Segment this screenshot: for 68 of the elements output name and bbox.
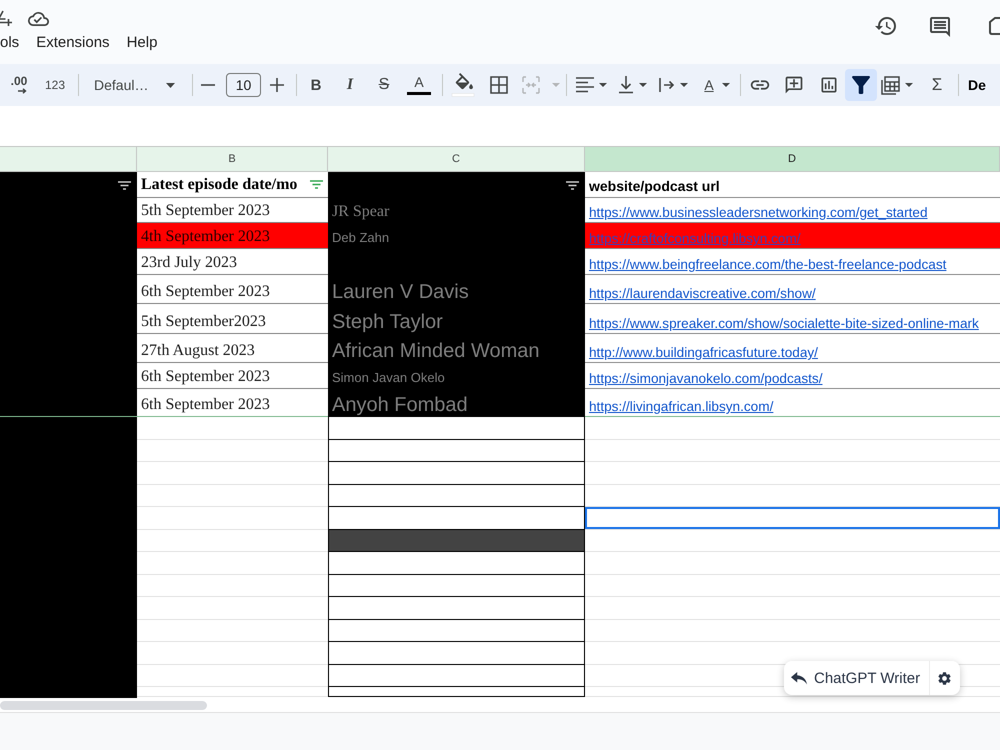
url-link[interactable]: https://livingafrican.libsyn.com/ — [589, 399, 774, 414]
column-header[interactable]: B — [137, 147, 328, 172]
table-cell: Deb Zahn — [328, 223, 585, 249]
url-link[interactable]: https://laurendaviscreative.com/show/ — [589, 286, 816, 301]
history-icon[interactable] — [874, 14, 898, 38]
menu-item[interactable]: ols — [0, 34, 20, 52]
table-cell: 4th September 2023 — [137, 223, 328, 249]
chart-icon[interactable] — [819, 75, 839, 95]
menu-item[interactable]: Help — [126, 34, 158, 52]
style-label[interactable]: De — [968, 77, 986, 93]
caret-icon — [639, 83, 647, 87]
wrap-icon — [659, 77, 675, 93]
triangle-plus-icon[interactable] — [0, 10, 12, 28]
font-size-field[interactable]: 10 — [226, 73, 261, 97]
url-link[interactable]: https://www.businessleadersnetworking.com/get_started — [589, 205, 928, 220]
menu-item[interactable]: Extensions — [36, 34, 110, 52]
minus-icon — [201, 84, 215, 86]
comment-icon[interactable] — [928, 15, 952, 39]
decimal-button[interactable]: .00 — [6, 71, 32, 99]
merge-cells-icon — [522, 76, 540, 94]
strikethrough-button[interactable]: S — [371, 71, 397, 99]
column-header[interactable]: C — [328, 147, 585, 172]
column-title: website/podcast url — [589, 178, 720, 195]
table-cell: Lauren V Davis — [328, 275, 585, 304]
text-rotation-button[interactable]: A — [701, 71, 730, 99]
align-bottom-icon — [618, 76, 634, 94]
color-swatch-icon — [407, 92, 431, 95]
column-header[interactable]: D — [585, 147, 1000, 172]
borders-icon[interactable] — [490, 76, 508, 94]
caret-icon — [905, 83, 913, 87]
plus-icon — [270, 78, 284, 92]
filter-icon[interactable] — [566, 180, 579, 190]
url-link[interactable]: https://www.beingfreelance.com/the-best-freelance-podcast — [589, 257, 946, 272]
add-comment-icon[interactable] — [784, 75, 804, 95]
column-title: Latest episode date/mo — [141, 176, 298, 194]
url-link[interactable]: http://www.buildingafricasfuture.today/ — [589, 345, 818, 360]
table-icon — [881, 76, 900, 94]
caret-icon — [680, 83, 688, 87]
text-color-button[interactable]: A — [406, 71, 432, 99]
reply-arrow-icon — [791, 672, 807, 684]
italic-button[interactable]: I — [337, 71, 363, 99]
filter-button[interactable] — [845, 69, 877, 101]
sum-button[interactable]: Σ — [925, 71, 949, 99]
cloud-check-icon[interactable] — [28, 10, 49, 27]
url-link[interactable]: https://www.spreaker.com/show/socialette-bite-sized-online-mark — [589, 316, 979, 331]
caret-icon — [552, 83, 560, 87]
rounded-frame-icon[interactable] — [988, 16, 1000, 36]
caret-icon — [166, 82, 175, 88]
table-cell: Steph Taylor — [328, 304, 585, 334]
caret-icon — [722, 83, 730, 87]
number-format-button[interactable]: 123 — [42, 71, 68, 99]
filter-icon[interactable] — [118, 180, 131, 190]
font-dropdown[interactable]: Defaul… — [86, 71, 182, 99]
table-cell: JR Spear — [328, 198, 585, 223]
url-link[interactable]: https://simonjavanokelo.com/podcasts/ — [589, 371, 822, 386]
table-cell: African Minded Woman — [328, 334, 585, 363]
scrollbar-thumb[interactable] — [0, 700, 207, 710]
table-cell: Anyoh Fombad — [328, 389, 585, 417]
table-cell: Simon Javan Okelo — [328, 363, 585, 389]
bold-button[interactable]: B — [303, 71, 329, 99]
caret-icon — [599, 83, 607, 87]
paint-bucket-icon[interactable] — [451, 73, 475, 97]
filter-icon — [852, 76, 870, 94]
chatgpt-writer-button[interactable]: ChatGPT Writer — [784, 661, 930, 695]
settings-icon[interactable] — [938, 672, 952, 684]
arrow-icon — [18, 88, 27, 94]
table-cell[interactable] — [585, 507, 1000, 530]
align-left-icon — [576, 77, 594, 93]
